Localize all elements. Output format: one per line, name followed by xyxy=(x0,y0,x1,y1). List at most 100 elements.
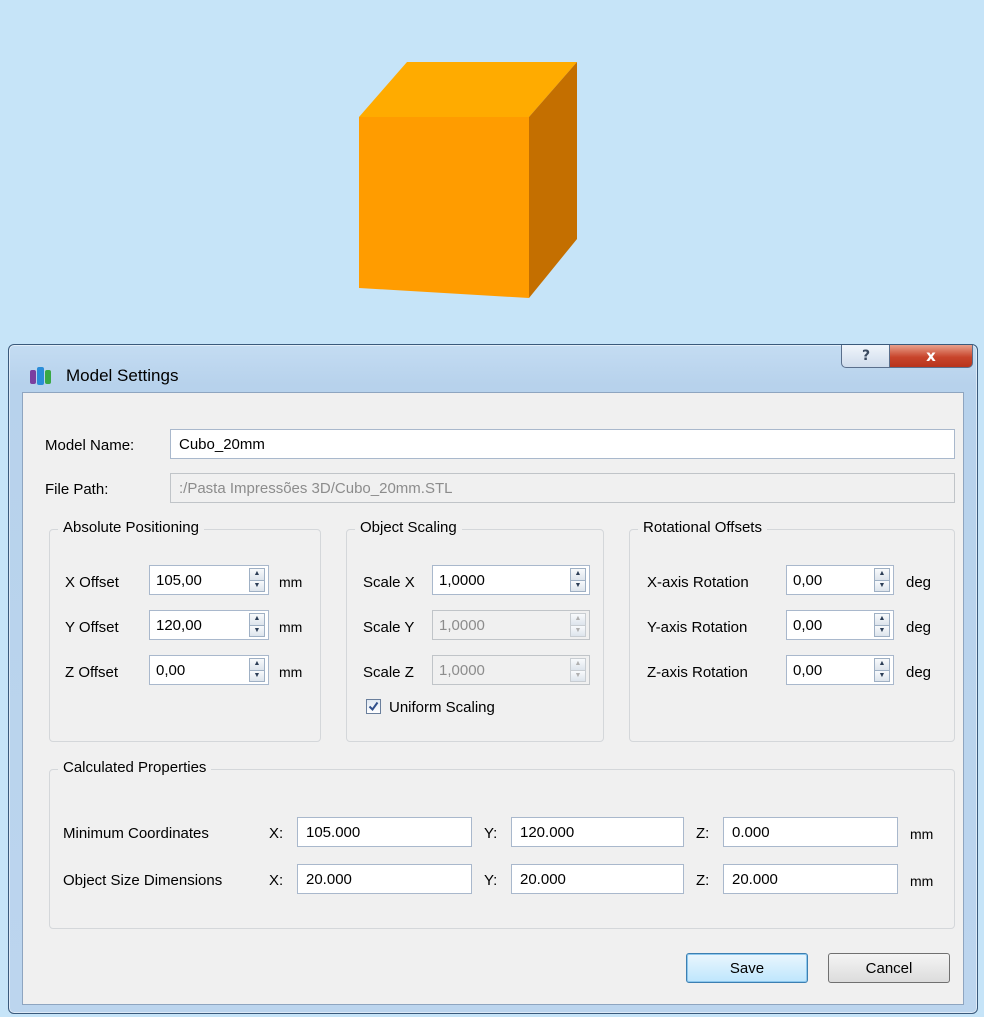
x-offset-value: 105,00 xyxy=(156,571,202,589)
file-path-label: File Path: xyxy=(45,481,109,498)
min-x-label: X: xyxy=(269,825,284,842)
scale-z-spinbox: 1,0000 ▲ ▼ xyxy=(432,655,590,685)
3d-viewport[interactable] xyxy=(0,0,984,340)
spin-down-icon: ▼ xyxy=(570,625,586,637)
cube-front-face xyxy=(359,117,529,298)
spin-up-icon[interactable]: ▲ xyxy=(249,658,265,671)
spin-up-icon[interactable]: ▲ xyxy=(249,613,265,626)
file-path-value: :/Pasta Impressões 3D/Cubo_20mm.STL xyxy=(179,479,453,497)
min-coords-label: Minimum Coordinates xyxy=(63,825,209,842)
size-x-value: 20.000 xyxy=(306,870,352,888)
z-rotation-value: 0,00 xyxy=(793,661,823,679)
size-z-field[interactable]: 20.000 xyxy=(723,864,898,894)
x-rotation-label: X-axis Rotation xyxy=(647,574,749,591)
spin-down-icon[interactable]: ▼ xyxy=(249,670,265,682)
scale-z-value: 1,0000 xyxy=(439,661,485,679)
file-path-input: :/Pasta Impressões 3D/Cubo_20mm.STL xyxy=(170,473,955,503)
spin-down-icon[interactable]: ▼ xyxy=(570,580,586,592)
min-z-field[interactable]: 0.000 xyxy=(723,817,898,847)
min-y-value: 120.000 xyxy=(520,823,575,841)
size-dimensions-label: Object Size Dimensions xyxy=(63,872,223,889)
help-icon: ? xyxy=(861,348,871,364)
help-button[interactable]: ? xyxy=(841,345,891,368)
min-z-label: Z: xyxy=(696,825,710,842)
scale-y-label: Scale Y xyxy=(363,619,415,636)
save-label: Save xyxy=(729,959,765,977)
min-x-value: 105.000 xyxy=(306,823,361,841)
min-z-value: 0.000 xyxy=(732,823,770,841)
size-z-value: 20.000 xyxy=(732,870,778,888)
spin-down-icon[interactable]: ▼ xyxy=(874,625,890,637)
x-rotation-spinbox[interactable]: 0,00 ▲ ▼ xyxy=(786,565,894,595)
spin-down-icon: ▼ xyxy=(570,670,586,682)
model-settings-dialog: Model Settings ? x Model Name: Cubo_20mm… xyxy=(8,344,978,1014)
cube-model[interactable] xyxy=(0,0,984,340)
scale-x-spinbox[interactable]: 1,0000 ▲ ▼ xyxy=(432,565,590,595)
spin-up-icon[interactable]: ▲ xyxy=(570,568,586,581)
cancel-button[interactable]: Cancel xyxy=(828,953,950,983)
cancel-label: Cancel xyxy=(865,959,913,977)
calculated-properties-group: Calculated Properties xyxy=(49,759,955,929)
size-y-label: Y: xyxy=(484,872,498,889)
size-z-label: Z: xyxy=(696,872,710,889)
app-icon xyxy=(30,366,54,390)
spin-up-icon[interactable]: ▲ xyxy=(249,568,265,581)
object-scaling-title: Object Scaling xyxy=(355,519,462,536)
size-y-field[interactable]: 20.000 xyxy=(511,864,684,894)
y-rotation-unit: deg xyxy=(906,619,932,636)
spin-up-icon: ▲ xyxy=(570,658,586,671)
y-offset-spinbox[interactable]: 120,00 ▲ ▼ xyxy=(149,610,269,640)
spin-down-icon[interactable]: ▼ xyxy=(249,580,265,592)
min-y-label: Y: xyxy=(484,825,498,842)
z-rotation-spinbox[interactable]: 0,00 ▲ ▼ xyxy=(786,655,894,685)
title-bar[interactable]: Model Settings ? x xyxy=(9,345,977,395)
scale-y-spinbox: 1,0000 ▲ ▼ xyxy=(432,610,590,640)
z-offset-spinbox[interactable]: 0,00 ▲ ▼ xyxy=(149,655,269,685)
rotational-offsets-title: Rotational Offsets xyxy=(638,519,767,536)
x-rotation-value: 0,00 xyxy=(793,571,823,589)
uniform-scaling-checkbox[interactable] xyxy=(366,699,381,714)
y-rotation-label: Y-axis Rotation xyxy=(647,619,748,636)
spin-down-icon[interactable]: ▼ xyxy=(874,670,890,682)
y-rotation-spinbox[interactable]: 0,00 ▲ ▼ xyxy=(786,610,894,640)
min-x-field[interactable]: 105.000 xyxy=(297,817,472,847)
size-y-value: 20.000 xyxy=(520,870,566,888)
z-offset-label: Z Offset xyxy=(65,664,119,681)
spin-down-icon[interactable]: ▼ xyxy=(874,580,890,592)
z-offset-unit: mm xyxy=(279,664,303,680)
y-offset-label: Y Offset xyxy=(65,619,119,636)
save-button[interactable]: Save xyxy=(686,953,808,983)
x-offset-unit: mm xyxy=(279,574,303,590)
close-icon: x xyxy=(926,347,936,365)
scale-x-label: Scale X xyxy=(363,574,415,591)
spin-up-icon: ▲ xyxy=(570,613,586,626)
dialog-title: Model Settings xyxy=(66,366,179,385)
calculated-properties-title: Calculated Properties xyxy=(58,759,212,776)
z-rotation-unit: deg xyxy=(906,664,932,681)
model-name-input[interactable]: Cubo_20mm xyxy=(170,429,955,459)
z-rotation-label: Z-axis Rotation xyxy=(647,664,748,681)
dialog-content: Model Name: Cubo_20mm File Path: :/Pasta… xyxy=(22,392,964,1005)
y-offset-unit: mm xyxy=(279,619,303,635)
size-x-field[interactable]: 20.000 xyxy=(297,864,472,894)
y-rotation-value: 0,00 xyxy=(793,616,823,634)
x-rotation-unit: deg xyxy=(906,574,932,591)
uniform-scaling-label[interactable]: Uniform Scaling xyxy=(389,699,495,716)
spin-up-icon[interactable]: ▲ xyxy=(874,658,890,671)
model-name-value: Cubo_20mm xyxy=(179,435,265,453)
x-offset-spinbox[interactable]: 105,00 ▲ ▼ xyxy=(149,565,269,595)
scale-z-label: Scale Z xyxy=(363,664,414,681)
scale-x-value: 1,0000 xyxy=(439,571,485,589)
model-name-label: Model Name: xyxy=(45,437,135,454)
scale-y-value: 1,0000 xyxy=(439,616,485,634)
spin-down-icon[interactable]: ▼ xyxy=(249,625,265,637)
absolute-positioning-title: Absolute Positioning xyxy=(58,519,204,536)
size-unit: mm xyxy=(910,873,934,889)
checkmark-icon xyxy=(368,701,379,712)
spin-up-icon[interactable]: ▲ xyxy=(874,613,890,626)
min-y-field[interactable]: 120.000 xyxy=(511,817,684,847)
spin-up-icon[interactable]: ▲ xyxy=(874,568,890,581)
z-offset-value: 0,00 xyxy=(156,661,186,679)
size-x-label: X: xyxy=(269,872,284,889)
close-button[interactable]: x xyxy=(889,345,973,368)
